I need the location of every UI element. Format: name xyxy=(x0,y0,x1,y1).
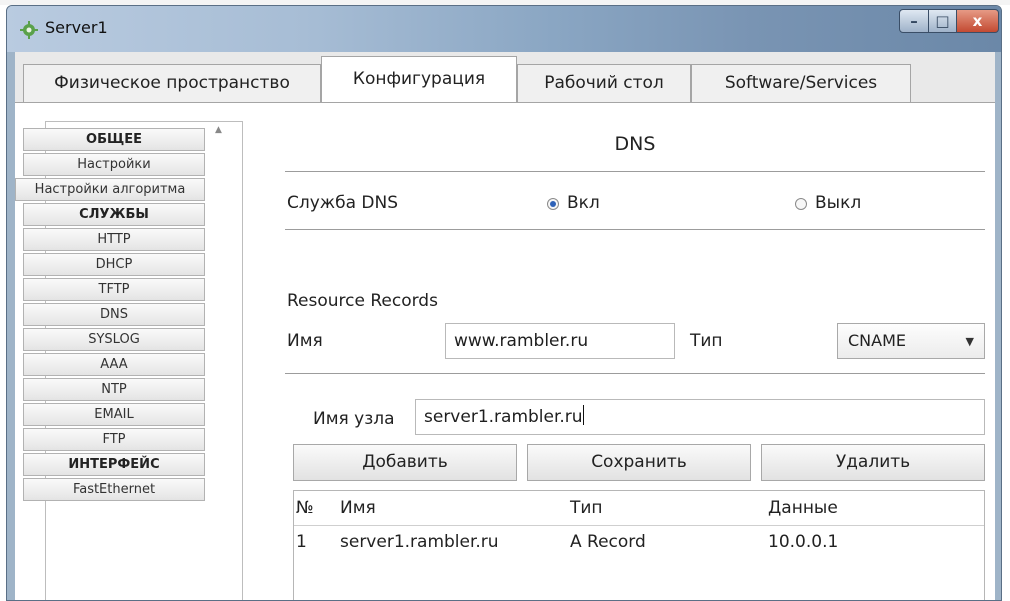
tab-bar: Физическое пространство Конфигурация Раб… xyxy=(15,52,995,104)
dns-title: DNS xyxy=(614,133,656,155)
window-title: Server1 xyxy=(45,18,108,37)
minimize-button[interactable]: – xyxy=(899,9,929,33)
name-label: Имя xyxy=(287,331,323,351)
window-client: Физическое пространство Конфигурация Раб… xyxy=(15,52,995,600)
row-1-type[interactable]: A Record xyxy=(570,532,646,552)
text-caret xyxy=(582,405,584,425)
host-input-value: server1.rambler.ru xyxy=(424,407,583,427)
sidebar-item-ntp[interactable]: NTP xyxy=(23,378,205,401)
type-select[interactable]: CNAME ▼ xyxy=(837,323,985,359)
col-header-name: Имя xyxy=(340,498,376,518)
close-button[interactable]: x xyxy=(957,9,999,33)
host-label: Имя узла xyxy=(313,409,395,429)
save-button[interactable]: Сохранить xyxy=(527,444,751,481)
row-1-num[interactable]: 1 xyxy=(296,532,307,552)
close-icon: x xyxy=(972,12,983,30)
col-header-num: № xyxy=(296,498,314,518)
sidebar-item-tftp[interactable]: TFTP xyxy=(23,278,205,301)
sidebar-item-http[interactable]: HTTP xyxy=(23,228,205,251)
sidebar-item-fastethernet[interactable]: FastEthernet xyxy=(23,478,205,501)
config-content: ▲ ОБЩЕЕ Настройки Настройки алгоритма СЛ… xyxy=(15,103,995,600)
resource-records-heading: Resource Records xyxy=(287,291,438,311)
server-gear-icon xyxy=(20,21,38,39)
sidebar-item-aaa[interactable]: AAA xyxy=(23,353,205,376)
col-header-data: Данные xyxy=(768,498,838,518)
dns-service-label: Служба DNS xyxy=(287,193,399,213)
sidebar-item-syslog[interactable]: SYSLOG xyxy=(23,328,205,351)
type-label: Тип xyxy=(690,331,723,351)
sidebar-item-settings[interactable]: Настройки xyxy=(23,153,205,176)
server-window: Server1 – □ x Физическое пространство Ко… xyxy=(6,5,1002,601)
row-1-name[interactable]: server1.rambler.ru xyxy=(340,532,499,552)
maximize-button[interactable]: □ xyxy=(929,9,957,33)
maximize-icon: □ xyxy=(935,12,950,30)
add-button[interactable]: Добавить xyxy=(293,444,517,481)
sidebar-item-algorithm-settings[interactable]: Настройки алгоритма xyxy=(15,178,205,201)
divider-top xyxy=(285,171,985,172)
sidebar-item-dhcp[interactable]: DHCP xyxy=(23,253,205,276)
sidebar-item-ftp[interactable]: FTP xyxy=(23,428,205,451)
sidebar-header-interface[interactable]: ИНТЕРФЕЙС xyxy=(23,453,205,476)
sidebar-item-email[interactable]: EMAIL xyxy=(23,403,205,426)
type-select-value: CNAME xyxy=(848,331,906,350)
chevron-down-icon[interactable]: ▼ xyxy=(966,325,974,359)
title-bar[interactable]: Server1 – □ x xyxy=(7,6,1001,52)
radio-off-label[interactable]: Выкл xyxy=(815,193,861,213)
radio-off[interactable] xyxy=(795,198,807,210)
name-input[interactable]: www.rambler.ru xyxy=(445,323,675,359)
divider-service xyxy=(285,229,985,230)
sidebar-header-general[interactable]: ОБЩЕЕ xyxy=(23,128,205,151)
sidebar-item-dns[interactable]: DNS xyxy=(23,303,205,326)
tab-software-services[interactable]: Software/Services xyxy=(691,64,911,102)
tab-desktop[interactable]: Рабочий стол xyxy=(517,64,691,102)
radio-on-label[interactable]: Вкл xyxy=(567,193,600,213)
table-header-divider xyxy=(294,525,984,526)
tab-physical[interactable]: Физическое пространство xyxy=(23,64,321,102)
host-input[interactable]: server1.rambler.ru xyxy=(415,399,985,435)
records-table: № Имя Тип Данные 1 server1.rambler.ru A … xyxy=(293,490,985,600)
sidebar-header-services[interactable]: СЛУЖБЫ xyxy=(23,203,205,226)
tab-config[interactable]: Конфигурация xyxy=(321,56,517,104)
divider-records xyxy=(285,373,985,374)
minimize-icon: – xyxy=(910,12,918,30)
scroll-up-icon[interactable]: ▲ xyxy=(215,125,227,137)
radio-on[interactable] xyxy=(547,198,559,210)
delete-button[interactable]: Удалить xyxy=(761,444,985,481)
row-1-data[interactable]: 10.0.0.1 xyxy=(768,532,838,552)
col-header-type: Тип xyxy=(570,498,603,518)
